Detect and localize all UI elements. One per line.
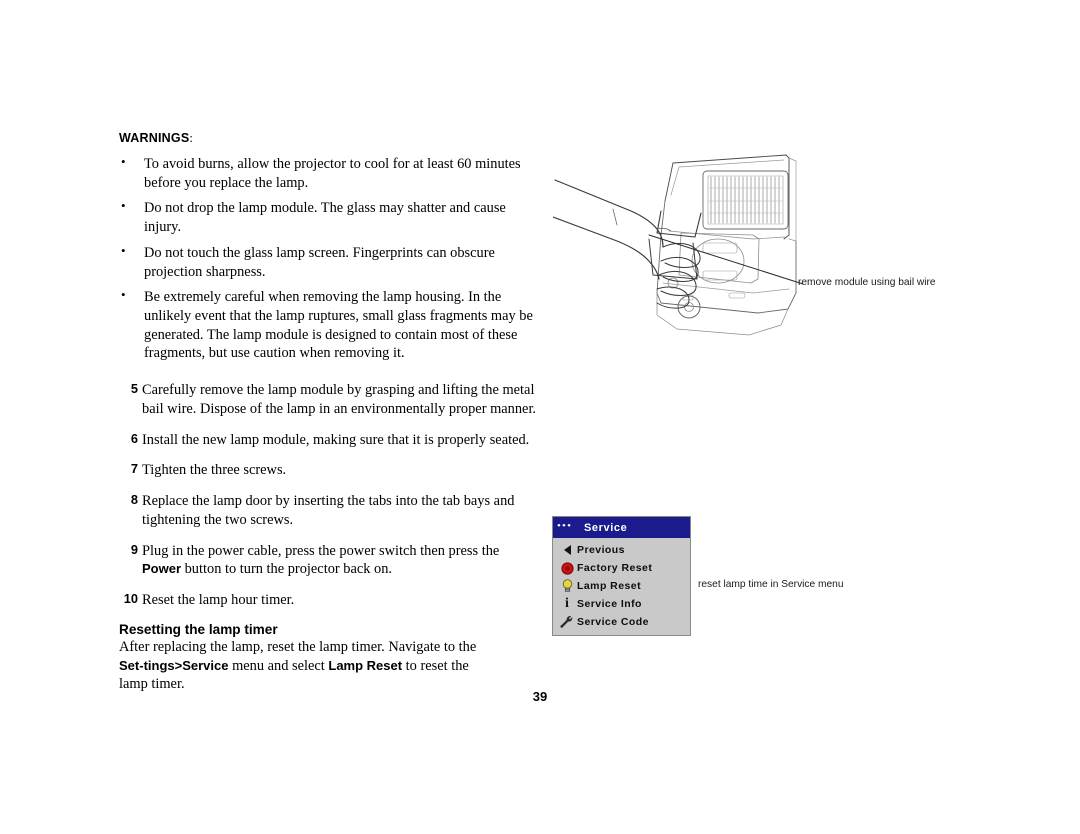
step-text: Carefully remove the lamp module by gras… [142, 382, 537, 417]
warnings-heading: WARNINGS: [119, 131, 539, 146]
menu-item-label: Service Info [577, 598, 642, 610]
step-text: Reset the lamp hour timer. [142, 591, 295, 608]
step-item: 9 Plug in the power cable, press the powe… [119, 542, 539, 579]
menu-item-service-code[interactable]: Service Code [553, 613, 690, 631]
callout-reset-lamp-time: reset lamp time in Service menu [698, 579, 844, 590]
page-number: 39 [0, 689, 1080, 704]
step-text: Install the new lamp module, making sure… [142, 431, 530, 448]
step-number: 9 [130, 541, 138, 557]
step-number: 8 [130, 492, 138, 508]
bullet-icon: • [121, 242, 126, 258]
page-number-value: 39 [532, 689, 548, 704]
menu-item-lamp-reset[interactable]: Lamp Reset [553, 577, 690, 595]
callout-remove-module: remove module using bail wire [798, 277, 936, 288]
menu-item-factory-reset[interactable]: Factory Reset [553, 559, 690, 577]
wrench-icon [557, 615, 577, 629]
step-text-before: Plug in the power cable, press the power… [142, 542, 500, 559]
service-menu-titlebar: ••• Service [553, 517, 690, 538]
warnings-list: • To avoid burns, allow the projector to … [119, 154, 539, 363]
warnings-heading-colon: : [189, 131, 194, 145]
settings-term-part2: tings>Service [143, 657, 229, 673]
manual-page: WARNINGS: • To avoid burns, allow the pro… [0, 0, 1080, 834]
reset-para-2: menu and select [228, 657, 329, 674]
warning-text: Do not drop the lamp module. The glass m… [144, 200, 506, 236]
list-item: • Do not drop the lamp module. The glass … [119, 198, 539, 236]
bullet-icon: • [121, 154, 126, 169]
step-item: 8 Replace the lamp door by inserting the … [119, 492, 539, 529]
menu-item-previous[interactable]: Previous [553, 541, 690, 559]
warning-text: To avoid burns, allow the projector to c… [144, 156, 521, 191]
step-text-after: button to turn the projector back on. [181, 561, 393, 578]
lightbulb-icon [557, 579, 577, 593]
bullet-icon: • [121, 198, 126, 214]
red-sphere-icon [557, 561, 577, 575]
menu-item-service-info[interactable]: i Service Info [553, 595, 690, 613]
warnings-heading-label: WARNINGS [119, 131, 190, 145]
service-menu-title: Service [584, 521, 628, 534]
warning-text: Be extremely careful when removing the l… [144, 289, 533, 362]
step-text: Tighten the three screws. [142, 462, 287, 479]
reset-section-heading: Resetting the lamp timer [119, 621, 278, 637]
warning-text: Do not touch the glass lamp screen. Fing… [144, 244, 495, 280]
triangle-left-icon [557, 545, 577, 555]
projector-lamp-removal-illustration [552, 143, 813, 343]
reset-para-1: After replacing the lamp, reset the lamp… [119, 638, 477, 655]
menu-item-label: Service Code [577, 616, 649, 628]
step-item: 5 Carefully remove the lamp module by gra… [119, 381, 539, 418]
numbered-steps-list: 5 Carefully remove the lamp module by gra… [119, 381, 539, 609]
step-number: 7 [130, 461, 138, 477]
step-number: 10 [123, 590, 138, 606]
list-item: • To avoid burns, allow the projector to … [119, 154, 539, 192]
settings-term-part1: Set- [119, 657, 144, 673]
service-menu-widget[interactable]: ••• Service Previous Factory Reset Lamp … [552, 516, 691, 636]
reset-section-paragraph: After replacing the lamp, reset the lamp… [119, 638, 497, 695]
menu-item-label: Lamp Reset [577, 580, 642, 592]
bullet-icon: • [121, 287, 126, 303]
step-text: Replace the lamp door by inserting the t… [142, 493, 515, 528]
step-item: 10 Reset the lamp hour timer. [119, 591, 539, 610]
menu-item-label: Factory Reset [577, 562, 653, 574]
list-item: • Be extremely careful when removing the … [119, 287, 539, 363]
lamp-reset-term: Lamp Reset [328, 657, 403, 673]
step-item: 6 Install the new lamp module, making sur… [119, 431, 539, 450]
menu-item-label: Previous [577, 544, 625, 556]
body-text-column: WARNINGS: • To avoid burns, allow the pro… [119, 131, 539, 694]
info-i-icon: i [565, 596, 569, 611]
illustration-svg [552, 154, 804, 336]
step-number: 6 [130, 430, 138, 446]
power-button-term: Power [142, 561, 182, 577]
list-item: • Do not touch the glass lamp screen. Fin… [119, 242, 539, 281]
service-menu-body: Previous Factory Reset Lamp Reset i Serv… [553, 538, 690, 635]
menu-dots-icon: ••• [557, 519, 573, 532]
step-item: 7 Tighten the three screws. [119, 461, 539, 480]
step-number: 5 [130, 381, 138, 397]
